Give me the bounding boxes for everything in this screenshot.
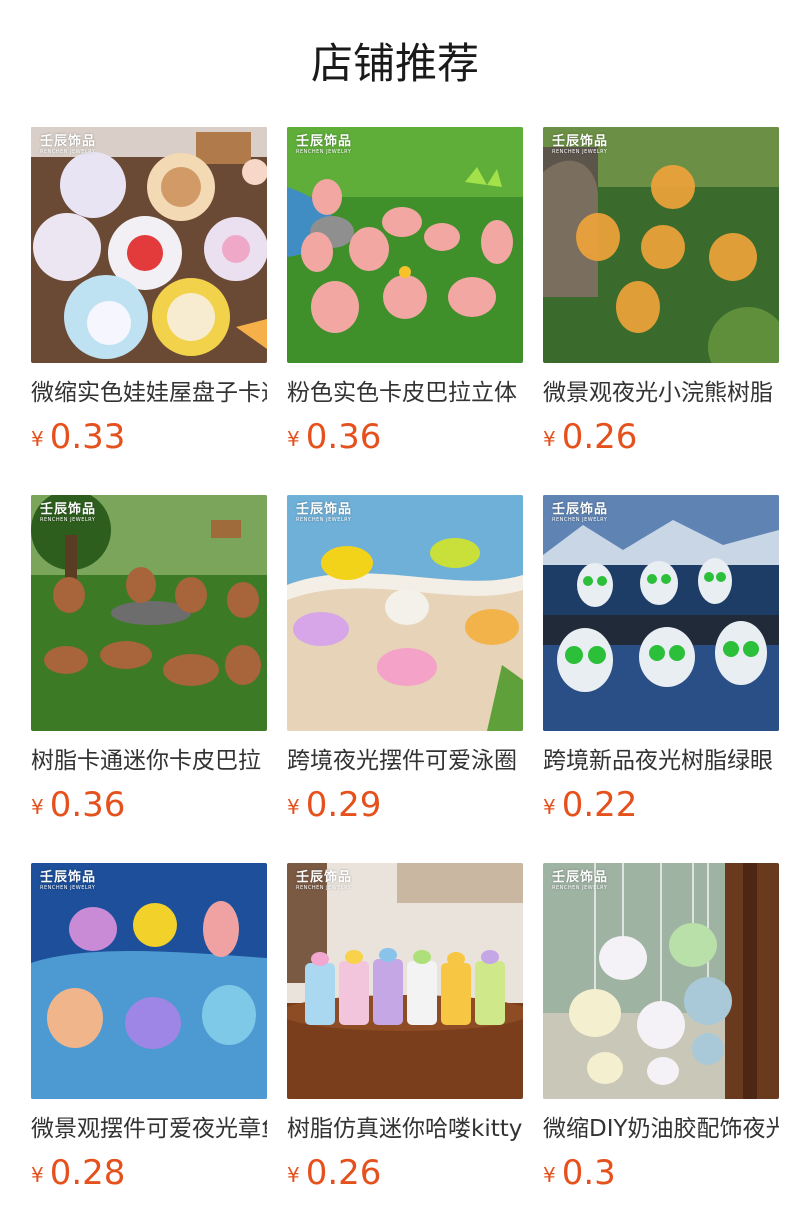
brand-watermark: 壬辰饰品 RENCHEN JEWELRY [40,134,97,156]
product-name[interactable]: 微缩实色娃娃屋盘子卡通 [31,377,267,409]
product-card[interactable]: 壬辰饰品 RENCHEN JEWELRY 跨境新品夜光树脂绿眼 ¥0.22 [543,495,779,863]
currency-symbol: ¥ [31,1163,44,1187]
plates-photo [31,127,267,363]
product-price: ¥0.36 [31,783,267,827]
price-value: 0.28 [49,1153,126,1193]
bears-photo [543,863,779,1099]
product-name[interactable]: 树脂卡通迷你卡皮巴拉 [31,745,267,777]
currency-symbol: ¥ [287,795,300,819]
currency-symbol: ¥ [543,795,556,819]
product-price: ¥0.36 [287,415,523,459]
bottles-photo [287,863,523,1099]
product-name[interactable]: 跨境新品夜光树脂绿眼 [543,745,779,777]
product-price: ¥0.26 [287,1151,523,1195]
brand-watermark: 壬辰饰品 RENCHEN JEWELRY [552,134,609,156]
price-value: 0.22 [561,785,638,825]
product-price: ¥0.26 [543,415,779,459]
currency-symbol: ¥ [287,427,300,451]
brand-watermark: 壬辰饰品 RENCHEN JEWELRY [296,134,353,156]
brand-watermark: 壬辰饰品 RENCHEN JEWELRY [40,870,97,892]
product-image[interactable]: 壬辰饰品 RENCHEN JEWELRY [543,495,779,731]
product-name[interactable]: 跨境夜光摆件可爱泳圈 [287,745,523,777]
price-value: 0.26 [561,417,638,457]
octopus-photo [31,863,267,1099]
price-value: 0.36 [305,417,382,457]
price-value: 0.36 [49,785,126,825]
product-price: ¥0.3 [543,1151,779,1195]
product-card[interactable]: 壬辰饰品 RENCHEN JEWELRY 树脂卡通迷你卡皮巴拉 ¥0.36 [31,495,267,863]
price-value: 0.33 [49,417,126,457]
page-title: 店铺推荐 [310,39,479,88]
brand-watermark: 壬辰饰品 RENCHEN JEWELRY [552,502,609,524]
brand-watermark: 壬辰饰品 RENCHEN JEWELRY [296,870,353,892]
currency-symbol: ¥ [31,427,44,451]
product-image[interactable]: 壬辰饰品 RENCHEN JEWELRY [287,127,523,363]
product-grid: 壬辰饰品 RENCHEN JEWELRY 微缩实色娃娃屋盘子卡通 ¥0.33 壬… [31,127,779,1231]
product-name[interactable]: 微缩DIY奶油胶配饰夜光 [543,1113,779,1145]
product-price: ¥0.33 [31,415,267,459]
product-card[interactable]: 壬辰饰品 RENCHEN JEWELRY 微缩实色娃娃屋盘子卡通 ¥0.33 [31,127,267,495]
product-price: ¥0.22 [543,783,779,827]
product-price: ¥0.29 [287,783,523,827]
product-card[interactable]: 壬辰饰品 RENCHEN JEWELRY 微缩DIY奶油胶配饰夜光 ¥0.3 [543,863,779,1231]
product-card[interactable]: 壬辰饰品 RENCHEN JEWELRY 粉色实色卡皮巴拉立体 ¥0.36 [287,127,523,495]
currency-symbol: ¥ [543,427,556,451]
product-image[interactable]: 壬辰饰品 RENCHEN JEWELRY [543,863,779,1099]
currency-symbol: ¥ [287,1163,300,1187]
product-image[interactable]: 壬辰饰品 RENCHEN JEWELRY [543,127,779,363]
product-price: ¥0.28 [31,1151,267,1195]
product-name[interactable]: 微景观摆件可爱夜光章鱼 [31,1113,267,1145]
swim-rings-photo [287,495,523,731]
brand-watermark: 壬辰饰品 RENCHEN JEWELRY [40,502,97,524]
product-image[interactable]: 壬辰饰品 RENCHEN JEWELRY [31,863,267,1099]
product-card[interactable]: 壬辰饰品 RENCHEN JEWELRY 微景观摆件可爱夜光章鱼 ¥0.28 [31,863,267,1231]
glow-raccoon-photo [543,127,779,363]
brand-watermark: 壬辰饰品 RENCHEN JEWELRY [552,870,609,892]
product-image[interactable]: 壬辰饰品 RENCHEN JEWELRY [31,495,267,731]
brand-watermark: 壬辰饰品 RENCHEN JEWELRY [296,502,353,524]
product-name[interactable]: 粉色实色卡皮巴拉立体 [287,377,523,409]
product-image[interactable]: 壬辰饰品 RENCHEN JEWELRY [287,495,523,731]
product-image[interactable]: 壬辰饰品 RENCHEN JEWELRY [287,863,523,1099]
price-value: 0.26 [305,1153,382,1193]
product-image[interactable]: 壬辰饰品 RENCHEN JEWELRY [31,127,267,363]
price-value: 0.29 [305,785,382,825]
product-card[interactable]: 壬辰饰品 RENCHEN JEWELRY 树脂仿真迷你哈喽kitty ¥0.26 [287,863,523,1231]
currency-symbol: ¥ [543,1163,556,1187]
glow-aliens-photo [543,495,779,731]
product-name[interactable]: 树脂仿真迷你哈喽kitty [287,1113,523,1145]
brown-capybara-photo [31,495,267,731]
pink-capybara-photo [287,127,523,363]
price-value: 0.3 [561,1153,616,1193]
product-name[interactable]: 微景观夜光小浣熊树脂 [543,377,779,409]
currency-symbol: ¥ [31,795,44,819]
product-card[interactable]: 壬辰饰品 RENCHEN JEWELRY 微景观夜光小浣熊树脂 ¥0.26 [543,127,779,495]
product-card[interactable]: 壬辰饰品 RENCHEN JEWELRY 跨境夜光摆件可爱泳圈 ¥0.29 [287,495,523,863]
